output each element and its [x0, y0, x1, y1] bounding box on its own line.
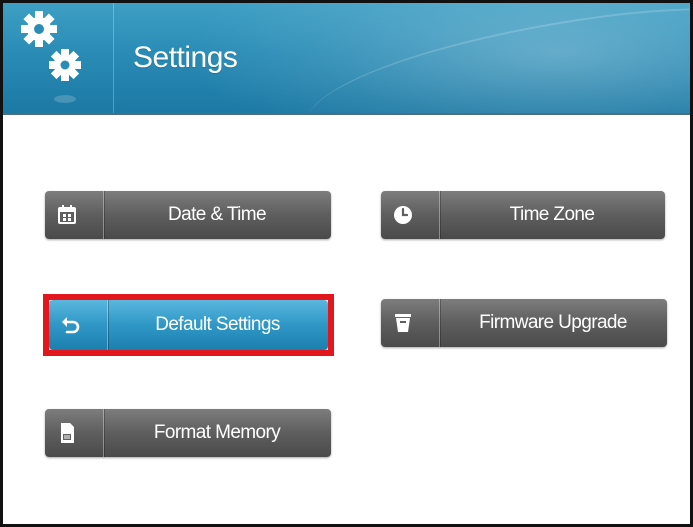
time-zone-button[interactable]: Time Zone [381, 191, 665, 239]
date-time-button[interactable]: Date & Time [45, 191, 331, 239]
sd-card-icon [61, 423, 74, 443]
gears-icon [21, 11, 81, 103]
firmware-upgrade-button[interactable]: Firmware Upgrade [381, 299, 667, 347]
date-time-label: Date & Time [168, 204, 267, 225]
format-memory-label: Format Memory [153, 422, 281, 443]
selection-highlight [43, 294, 334, 356]
clock-icon [394, 206, 412, 224]
calendar-icon [58, 205, 76, 224]
firmware-icon [395, 314, 411, 332]
settings-screen: Settings Date & Time Time Zone Default S… [0, 0, 693, 527]
header-divider [113, 3, 114, 113]
page-title: Settings [133, 41, 238, 74]
time-zone-label: Time Zone [509, 204, 595, 225]
header-bar: Settings [3, 3, 690, 115]
format-memory-button[interactable]: Format Memory [45, 409, 331, 457]
firmware-upgrade-label: Firmware Upgrade [479, 312, 627, 333]
